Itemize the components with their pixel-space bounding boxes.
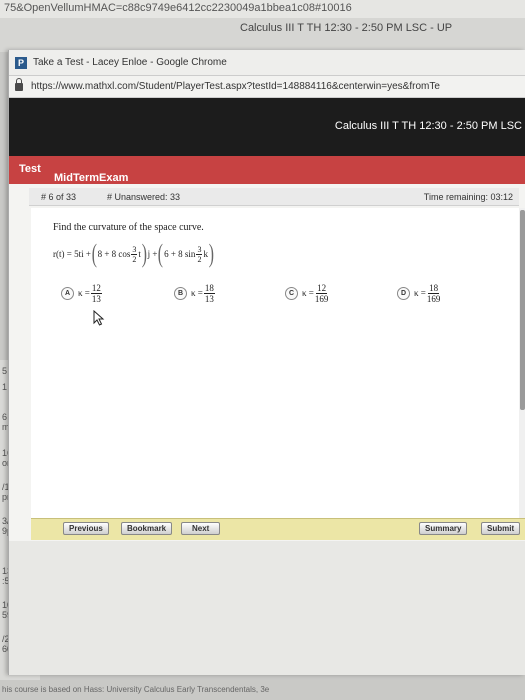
question-panel: Find the curvature of the space curve. r…: [31, 208, 519, 518]
list-item: 5: [2, 366, 8, 376]
radio-button[interactable]: A: [61, 286, 74, 300]
window-title: Take a Test - Lacey Enloe - Google Chrom…: [33, 57, 227, 68]
background-course-title: Calculus III T TH 12:30 - 2:50 PM LSC - …: [240, 22, 453, 34]
bookmark-button[interactable]: Bookmark: [121, 522, 173, 535]
course-footnote: his course is based on Hass: University …: [2, 685, 270, 694]
previous-button[interactable]: Previous: [63, 522, 109, 535]
equation-term1-suffix: t: [138, 249, 141, 259]
test-name: MidTermExam: [54, 172, 129, 184]
question-equation: r(t) = 5ti + ( 8 + 8 cos 3 2 t ) j + ( 6…: [53, 240, 215, 268]
equation-term1-prefix: 8 + 8 cos: [97, 249, 131, 259]
choice-kappa: κ =: [191, 288, 203, 298]
list-item: 1: [2, 382, 8, 392]
summary-button[interactable]: Summary: [419, 522, 468, 535]
test-header: Test MidTermExam: [9, 156, 525, 184]
lock-icon: [15, 77, 23, 91]
fraction-denominator: 169: [426, 293, 441, 304]
fraction-numerator: 18: [203, 282, 215, 294]
app-logo-icon: P: [15, 56, 27, 69]
fraction-denominator: 2: [197, 254, 202, 264]
course-banner: Calculus III T TH 12:30 - 2:50 PM LSC: [9, 98, 525, 156]
equation-fraction: 3 2: [196, 244, 203, 264]
choice-d[interactable]: D κ = 18 169: [397, 278, 441, 308]
choice-a[interactable]: A κ = 12 13: [61, 278, 103, 308]
choice-fraction: 12 169: [315, 283, 329, 304]
equation-fraction: 3 2: [131, 244, 138, 264]
fraction-denominator: 13: [91, 293, 101, 304]
choice-b[interactable]: B κ = 18 13: [174, 278, 216, 308]
equation-term2-prefix: 6 + 8 sin: [164, 249, 196, 259]
choice-fraction: 12 13: [90, 282, 102, 304]
fraction-denominator: 2: [132, 254, 137, 264]
list-item: 6: [2, 412, 8, 422]
submit-button[interactable]: Submit: [481, 522, 521, 535]
choice-kappa: κ =: [78, 288, 90, 298]
right-paren: ): [208, 239, 214, 268]
address-bar[interactable]: https://www.mathxl.com/Student/PlayerTes…: [9, 76, 525, 98]
fraction-numerator: 18: [428, 282, 440, 294]
fraction-denominator: 13: [204, 293, 214, 304]
unanswered-count[interactable]: # Unanswered: 33: [107, 192, 180, 202]
background-url-bar: 75&OpenVellumHMAC=c88c9749e6412cc2230049…: [0, 0, 525, 18]
radio-button[interactable]: D: [397, 286, 410, 300]
choice-fraction: 18 13: [203, 282, 215, 304]
scrollbar-thumb[interactable]: [520, 210, 525, 410]
question-progress[interactable]: # 6 of 33: [41, 192, 76, 202]
fraction-numerator: 3: [196, 244, 203, 255]
equation-term2-suffix: k: [203, 249, 208, 259]
empty-content-area: [9, 541, 525, 675]
choice-c[interactable]: C κ = 12 169: [285, 278, 329, 308]
fraction-numerator: 12: [90, 282, 102, 294]
fraction-numerator: 3: [131, 244, 138, 255]
choice-kappa: κ =: [302, 288, 314, 298]
left-paren: (: [91, 239, 97, 268]
radio-button[interactable]: C: [285, 286, 298, 300]
fraction-numerator: 12: [316, 282, 328, 294]
equation-lhs: r(t) = 5ti +: [53, 249, 91, 259]
equation-mid: j +: [147, 249, 158, 259]
test-window: P Take a Test - Lacey Enloe - Google Chr…: [8, 50, 525, 675]
question-status-bar: # 6 of 33 # Unanswered: 33 Time remainin…: [29, 188, 519, 206]
course-title: Calculus III T TH 12:30 - 2:50 PM LSC: [334, 120, 522, 132]
window-titlebar[interactable]: P Take a Test - Lacey Enloe - Google Chr…: [9, 50, 525, 76]
choice-kappa: κ =: [414, 288, 426, 298]
question-prompt: Find the curvature of the space curve.: [53, 222, 204, 233]
choice-fraction: 18 169: [427, 283, 441, 304]
right-paren: ): [141, 239, 147, 268]
url-text: https://www.mathxl.com/Student/PlayerTes…: [31, 81, 440, 92]
left-paren: (: [158, 239, 164, 268]
test-footer-toolbar: Previous Bookmark Next Summary Submit: [31, 518, 525, 540]
radio-button[interactable]: B: [174, 286, 187, 300]
fraction-denominator: 169: [314, 293, 329, 304]
test-label: Test: [19, 163, 41, 175]
mouse-cursor-icon: [93, 310, 105, 326]
next-button[interactable]: Next: [181, 522, 221, 535]
time-remaining: Time remaining: 03:12: [423, 192, 513, 202]
